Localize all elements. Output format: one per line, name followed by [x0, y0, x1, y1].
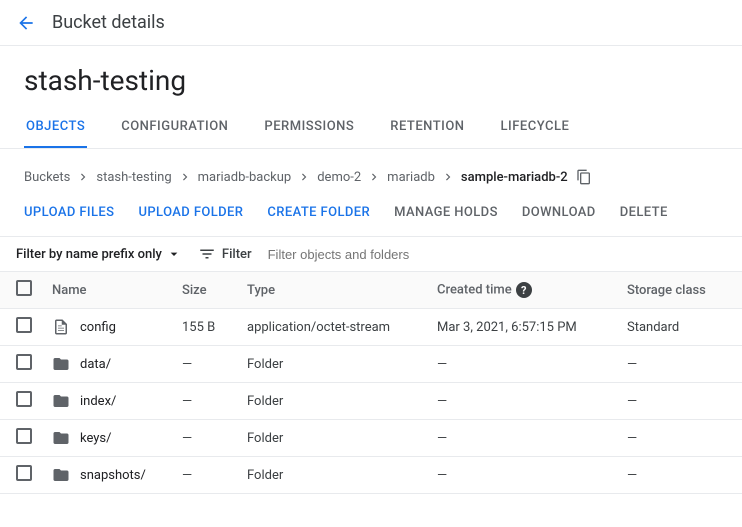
cell-size: — — [172, 457, 237, 494]
table-row: config 155 B application/octet-stream Ma… — [0, 309, 742, 346]
cell-created: — — [427, 346, 617, 383]
object-name[interactable]: config — [80, 320, 116, 335]
folder-icon — [52, 466, 70, 484]
crumb-mariadb-backup[interactable]: mariadb-backup — [198, 170, 292, 185]
chevron-right-icon — [76, 170, 90, 184]
tab-lifecycle[interactable]: LIFECYCLE — [499, 107, 572, 148]
manage-holds-button[interactable]: MANAGE HOLDS — [394, 205, 498, 220]
filter-input[interactable] — [268, 247, 726, 262]
cell-storage: — — [617, 346, 742, 383]
table-header-row: Name Size Type Created time? Storage cla… — [0, 272, 742, 309]
cell-type: Folder — [237, 457, 427, 494]
filter-icon — [198, 245, 216, 263]
tab-configuration[interactable]: CONFIGURATION — [119, 107, 230, 148]
cell-type: application/octet-stream — [237, 309, 427, 346]
back-arrow-icon[interactable] — [16, 13, 36, 33]
tab-permissions[interactable]: PERMISSIONS — [262, 107, 356, 148]
select-all-checkbox[interactable] — [16, 280, 32, 296]
cell-created: — — [427, 457, 617, 494]
dropdown-arrow-icon — [166, 246, 182, 262]
crumb-current[interactable]: sample-mariadb-2 — [461, 170, 568, 185]
chevron-right-icon — [178, 170, 192, 184]
cell-size: — — [172, 346, 237, 383]
help-icon[interactable]: ? — [516, 282, 532, 298]
delete-button[interactable]: DELETE — [620, 205, 668, 220]
chevron-right-icon — [441, 170, 455, 184]
upload-folder-button[interactable]: UPLOAD FOLDER — [138, 205, 243, 220]
cell-type: Folder — [237, 346, 427, 383]
bucket-name: stash-testing — [0, 46, 742, 107]
tabs: OBJECTS CONFIGURATION PERMISSIONS RETENT… — [0, 107, 742, 149]
row-checkbox[interactable] — [16, 391, 32, 407]
file-icon — [52, 318, 70, 336]
cell-created: — — [427, 383, 617, 420]
download-button[interactable]: DOWNLOAD — [522, 205, 596, 220]
copy-icon[interactable] — [576, 169, 592, 185]
row-checkbox[interactable] — [16, 465, 32, 481]
tab-retention[interactable]: RETENTION — [388, 107, 466, 148]
crumb-demo-2[interactable]: demo-2 — [317, 170, 361, 185]
row-checkbox[interactable] — [16, 428, 32, 444]
folder-icon — [52, 355, 70, 373]
col-created[interactable]: Created time? — [427, 272, 617, 309]
row-checkbox[interactable] — [16, 317, 32, 333]
col-type[interactable]: Type — [237, 272, 427, 309]
row-checkbox[interactable] — [16, 354, 32, 370]
cell-type: Folder — [237, 383, 427, 420]
col-storage[interactable]: Storage class — [617, 272, 742, 309]
object-name[interactable]: data/ — [80, 357, 111, 372]
page-title: Bucket details — [52, 12, 165, 33]
folder-icon — [52, 429, 70, 447]
breadcrumbs: Buckets stash-testing mariadb-backup dem… — [0, 149, 742, 189]
cell-size: — — [172, 420, 237, 457]
filter-bar: Filter by name prefix only Filter — [0, 236, 742, 271]
table-row: keys/ — Folder — — — [0, 420, 742, 457]
folder-icon — [52, 392, 70, 410]
object-name[interactable]: snapshots/ — [80, 468, 146, 483]
crumb-stash-testing[interactable]: stash-testing — [96, 170, 171, 185]
table-row: data/ — Folder — — — [0, 346, 742, 383]
table-row: index/ — Folder — — — [0, 383, 742, 420]
chevron-right-icon — [297, 170, 311, 184]
col-size[interactable]: Size — [172, 272, 237, 309]
cell-storage: — — [617, 383, 742, 420]
chevron-right-icon — [367, 170, 381, 184]
filter-toggle[interactable]: Filter — [198, 245, 252, 263]
cell-size: — — [172, 383, 237, 420]
col-name[interactable]: Name — [42, 272, 172, 309]
filter-prefix-dropdown[interactable]: Filter by name prefix only — [16, 246, 182, 262]
filter-label: Filter — [222, 247, 252, 262]
action-bar: UPLOAD FILES UPLOAD FOLDER CREATE FOLDER… — [0, 189, 742, 236]
cell-storage: Standard — [617, 309, 742, 346]
upload-files-button[interactable]: UPLOAD FILES — [24, 205, 114, 220]
top-bar: Bucket details — [0, 0, 742, 46]
cell-storage: — — [617, 420, 742, 457]
table-row: snapshots/ — Folder — — — [0, 457, 742, 494]
filter-prefix-label: Filter by name prefix only — [16, 247, 162, 262]
cell-storage: — — [617, 457, 742, 494]
crumb-mariadb[interactable]: mariadb — [387, 170, 435, 185]
tab-objects[interactable]: OBJECTS — [24, 107, 87, 148]
create-folder-button[interactable]: CREATE FOLDER — [267, 205, 370, 220]
crumb-buckets[interactable]: Buckets — [24, 170, 70, 185]
objects-table: Name Size Type Created time? Storage cla… — [0, 271, 742, 494]
cell-created: Mar 3, 2021, 6:57:15 PM — [427, 309, 617, 346]
object-name[interactable]: keys/ — [80, 431, 112, 446]
object-name[interactable]: index/ — [80, 394, 116, 409]
cell-type: Folder — [237, 420, 427, 457]
cell-size: 155 B — [172, 309, 237, 346]
cell-created: — — [427, 420, 617, 457]
